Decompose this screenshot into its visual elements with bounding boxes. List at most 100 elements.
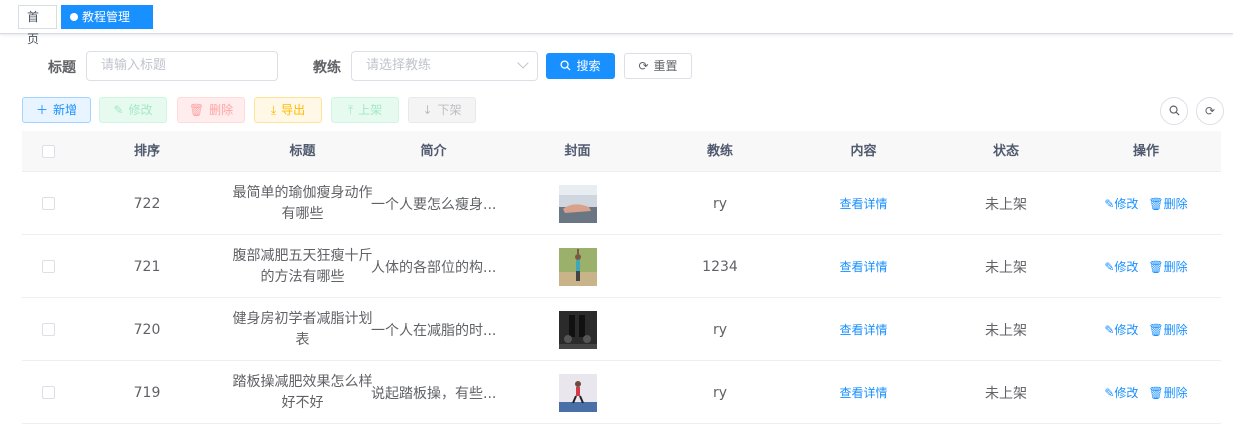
actions-cell: ✎修改 🗑︎删除 <box>1071 172 1221 235</box>
tag-tutorial-management[interactable]: 教程管理 × <box>61 5 153 46</box>
title-filter-label: 标题 <box>48 60 76 76</box>
edit-icon: ✎ <box>1104 197 1115 211</box>
cover-cell[interactable] <box>501 298 654 361</box>
header-content: 内容 <box>850 144 877 159</box>
title-search-input[interactable]: 请输入标题 <box>86 51 278 81</box>
cover-image <box>558 184 597 223</box>
search-icon <box>1169 104 1180 118</box>
on-shelf-button-label: 上架 <box>358 103 383 117</box>
view-details-link[interactable]: 查看详情 <box>839 321 887 338</box>
off-shelf-button[interactable]: ↓ 下架 <box>408 97 476 123</box>
actions-cell: ✎修改 🗑︎删除 <box>1071 298 1221 361</box>
tag-home-label: 首页 <box>27 10 40 46</box>
row-edit-button[interactable]: ✎修改 <box>1104 384 1138 401</box>
row-delete-button[interactable]: 🗑︎删除 <box>1148 258 1187 275</box>
cover-image <box>558 373 597 412</box>
row-edit-button[interactable]: ✎修改 <box>1104 321 1138 338</box>
checkbox-box[interactable] <box>41 145 55 158</box>
row-checkbox[interactable] <box>41 260 55 273</box>
coach-cell: 1234 <box>702 258 738 275</box>
arrow-down-icon: ↓ <box>422 103 433 117</box>
edit-icon: ✎ <box>113 103 124 117</box>
table-header: 排序 标题 简介 封面 教练 内容 状态 操作 <box>22 131 1221 172</box>
coach-cell: ry <box>712 321 728 338</box>
trash-icon: 🗑︎ <box>188 103 205 117</box>
close-icon[interactable]: × <box>76 35 84 46</box>
row-edit-label: 修改 <box>1114 197 1139 211</box>
reset-button[interactable]: ⟳ 重置 <box>624 53 692 79</box>
row-edit-button[interactable]: ✎修改 <box>1104 258 1138 275</box>
header-coach: 教练 <box>706 144 733 159</box>
row-edit-label: 修改 <box>1114 323 1139 337</box>
view-details-link[interactable]: 查看详情 <box>839 384 887 401</box>
status-cell: 未上架 <box>985 322 1027 339</box>
toggle-search-button[interactable] <box>1160 97 1188 125</box>
order-cell: 721 <box>133 258 161 275</box>
header-summary: 简介 <box>420 144 447 159</box>
header-status: 状态 <box>992 144 1019 159</box>
row-delete-button[interactable]: 🗑︎删除 <box>1148 384 1187 401</box>
cover-cell[interactable] <box>501 172 654 235</box>
row-delete-label: 删除 <box>1163 386 1188 400</box>
order-cell: 722 <box>133 195 161 212</box>
search-icon <box>560 54 572 78</box>
coach-cell: ry <box>712 195 728 212</box>
coach-select-placeholder: 请选择教练 <box>366 58 432 73</box>
chevron-down-icon <box>517 57 529 69</box>
add-button[interactable]: ＋ 新增 <box>22 97 91 123</box>
select-all-checkbox[interactable] <box>22 131 74 172</box>
add-button-label: 新增 <box>53 103 78 117</box>
edit-button[interactable]: ✎ 修改 <box>99 97 167 123</box>
trash-icon: 🗑︎ <box>1148 323 1164 337</box>
row-delete-label: 删除 <box>1163 323 1188 337</box>
actions-cell: ✎修改 🗑︎删除 <box>1071 235 1221 298</box>
row-checkbox[interactable] <box>41 386 55 399</box>
export-button[interactable]: ⤓ 导出 <box>254 97 322 123</box>
on-shelf-button[interactable]: ⤒ 上架 <box>331 97 399 123</box>
table-row: 720 健身房初学者减脂计划表 一个人在减脂的时... ry 查看详情 未上架 ✎修改 🗑︎删… <box>22 298 1221 361</box>
tag-home[interactable]: 首页 <box>18 5 57 46</box>
view-details-link[interactable]: 查看详情 <box>839 195 887 212</box>
cover-cell[interactable] <box>501 235 654 298</box>
trash-icon: 🗑︎ <box>1148 260 1164 274</box>
row-edit-button[interactable]: ✎修改 <box>1104 195 1138 212</box>
refresh-icon: ⟳ <box>1204 104 1216 118</box>
refresh-table-button[interactable]: ⟳ <box>1196 97 1224 125</box>
row-select-cell[interactable] <box>22 172 74 235</box>
view-details-link[interactable]: 查看详情 <box>839 258 887 275</box>
coach-select[interactable]: 请选择教练 <box>351 51 538 81</box>
trash-icon: 🗑︎ <box>1148 386 1164 400</box>
content-cell: 查看详情 <box>786 172 941 235</box>
row-select-cell[interactable] <box>22 298 74 361</box>
row-delete-button[interactable]: 🗑︎删除 <box>1148 195 1187 212</box>
title-cell: 腹部减肥五天狂瘦十斤的方法有哪些 <box>232 247 373 285</box>
row-edit-label: 修改 <box>1114 386 1139 400</box>
status-cell: 未上架 <box>985 259 1027 276</box>
title-cell: 健身房初学者减脂计划表 <box>232 310 373 348</box>
content-cell: 查看详情 <box>786 298 941 361</box>
table-row: 722 最简单的瑜伽瘦身动作有哪些 一个人要怎么瘦身... ry 查看详情 未上架 ✎修改 🗑… <box>22 172 1221 235</box>
title-cell: 最简单的瑜伽瘦身动作有哪些 <box>232 184 373 222</box>
header-cover: 封面 <box>564 144 591 159</box>
delete-button-label: 删除 <box>209 103 234 117</box>
download-icon: ⤓ <box>270 103 277 117</box>
summary-cell: 一个人在减脂的时... <box>371 322 496 339</box>
refresh-icon: ⟳ <box>638 59 649 73</box>
upload-icon: ⤒ <box>347 103 354 117</box>
reset-button-label: 重置 <box>653 59 678 73</box>
tags-view-bar: 首页 教程管理 × <box>0 0 1233 46</box>
row-edit-label: 修改 <box>1114 260 1139 274</box>
row-checkbox[interactable] <box>41 323 55 336</box>
delete-button[interactable]: 🗑︎ 删除 <box>177 97 245 123</box>
cover-image <box>558 247 597 286</box>
edit-button-label: 修改 <box>128 103 153 117</box>
header-actions: 操作 <box>1132 144 1159 159</box>
row-delete-button[interactable]: 🗑︎删除 <box>1148 321 1187 338</box>
export-button-label: 导出 <box>281 103 306 117</box>
cover-image <box>558 310 597 349</box>
title-search-placeholder: 请输入标题 <box>101 58 167 73</box>
row-select-cell[interactable] <box>22 235 74 298</box>
status-cell: 未上架 <box>985 196 1027 213</box>
search-button[interactable]: 搜索 <box>546 53 615 79</box>
row-checkbox[interactable] <box>41 197 55 210</box>
